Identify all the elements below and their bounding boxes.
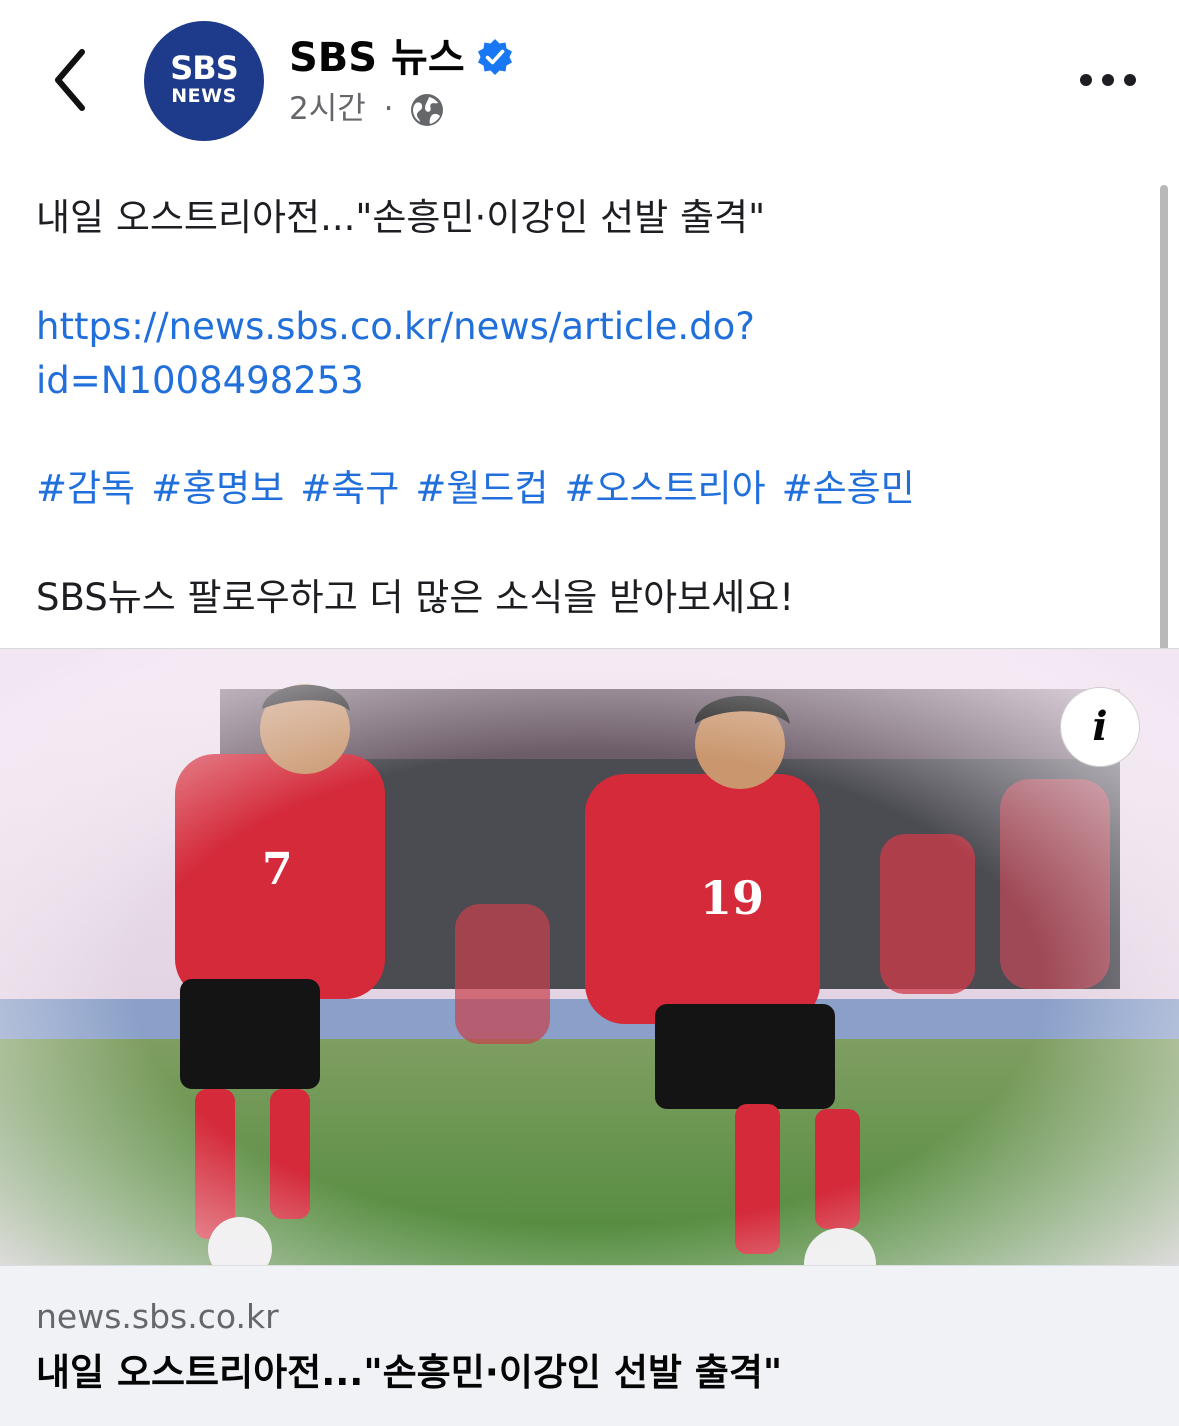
hashtag[interactable]: #월드컵: [415, 467, 548, 510]
hashtag-list: #감독 #홍명보 #축구 #월드컵 #오스트리아 #손흥민: [36, 462, 931, 516]
page-avatar[interactable]: SBS NEWS: [144, 21, 264, 141]
post-meta: 2시간 ·: [289, 89, 393, 129]
avatar-logo-subtext: NEWS: [171, 85, 237, 107]
hashtag[interactable]: #손흥민: [782, 467, 915, 510]
article-link-line1[interactable]: https://news.sbs.co.kr/news/article.do?: [36, 300, 755, 354]
hashtag[interactable]: #오스트리아: [564, 467, 765, 510]
more-options-button[interactable]: [1076, 62, 1140, 98]
back-button[interactable]: [44, 40, 104, 120]
hashtag[interactable]: #홍명보: [151, 467, 284, 510]
more-dot: [1080, 74, 1092, 86]
meta-separator: ·: [383, 91, 394, 127]
article-link-line2[interactable]: id=N1008498253: [36, 354, 364, 408]
verified-badge-icon: [478, 39, 512, 75]
globe-icon: [411, 94, 443, 126]
post-headline: 내일 오스트리아전..."손흥민·이강인 선발 출격": [36, 196, 766, 239]
post-header: SBS NEWS SBS 뉴스 2시간 ·: [0, 0, 1179, 160]
more-dot: [1102, 74, 1114, 86]
post-timestamp[interactable]: 2시간: [289, 91, 366, 127]
football-photo: 7 19: [0, 649, 1179, 1266]
preview-title: 내일 오스트리아전..."손흥민·이강인 선발 출격": [36, 1351, 783, 1394]
post-image[interactable]: 7 19: [0, 648, 1179, 1266]
preview-domain: news.sbs.co.kr: [36, 1297, 279, 1336]
avatar-logo-text: SBS: [170, 49, 238, 87]
more-dot: [1124, 74, 1136, 86]
page-name[interactable]: SBS 뉴스: [289, 34, 465, 82]
link-preview[interactable]: news.sbs.co.kr 내일 오스트리아전..."손흥민·이강인 선발 출…: [0, 1265, 1179, 1426]
hashtag[interactable]: #감독: [36, 467, 135, 510]
back-chevron-icon: [55, 49, 85, 111]
follow-cta: SBS뉴스 팔로우하고 더 많은 소식을 받아보세요!: [36, 576, 795, 619]
hashtag[interactable]: #축구: [300, 467, 399, 510]
info-button[interactable]: i: [1060, 687, 1140, 767]
